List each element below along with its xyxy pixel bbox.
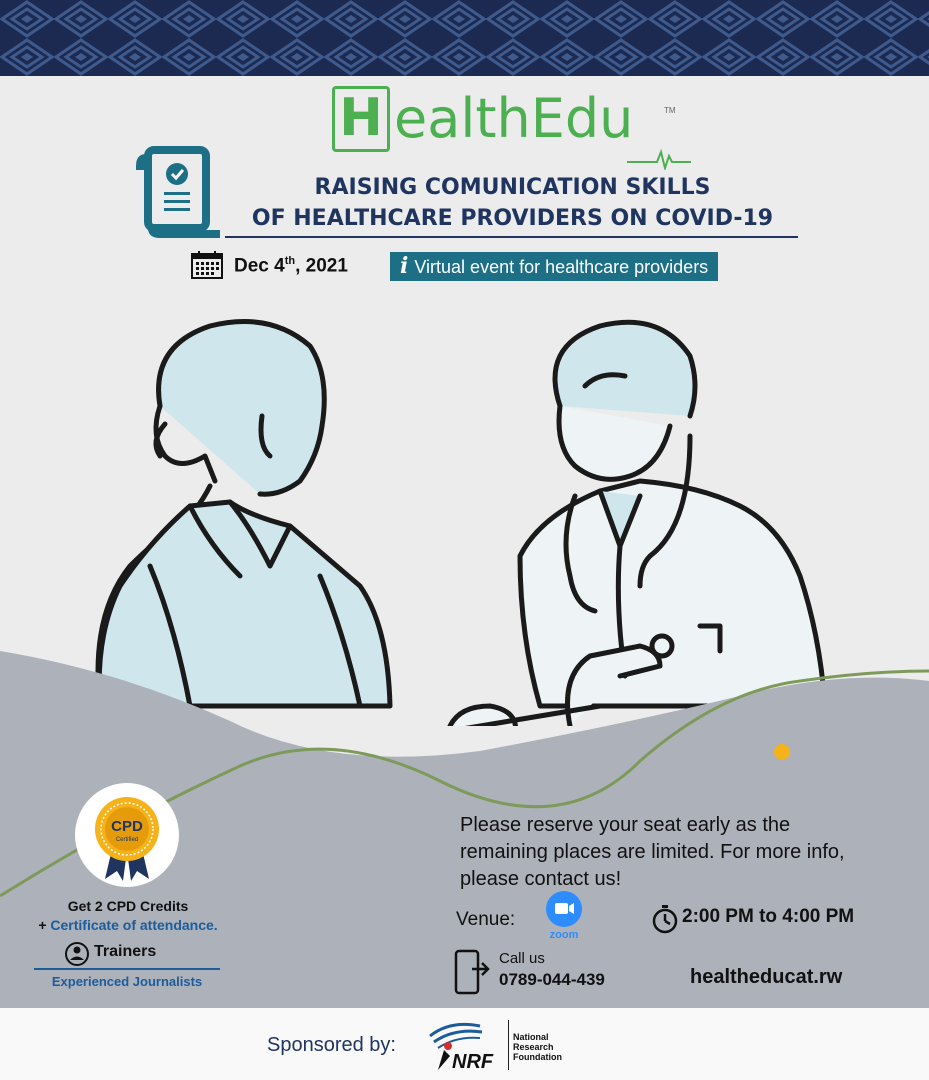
event-title-line2: OF HEALTHCARE PROVIDERS ON COVID-19 — [251, 206, 774, 231]
title-underline — [225, 236, 798, 238]
venue-label: Venue: — [456, 909, 516, 930]
certificate-label: Certificate of attendance. — [50, 917, 218, 933]
pulse-line-icon — [627, 148, 691, 170]
zoom-icon — [546, 891, 582, 927]
info-icon: i — [400, 253, 409, 279]
nrf-logo: NRF — [429, 1022, 494, 1073]
logo-letter: H — [332, 86, 390, 152]
nrf-name: National Research Foundation — [513, 1032, 562, 1062]
sponsor-bar: Sponsored by: NRF National Research Foun… — [0, 1008, 929, 1080]
trademark: TM — [664, 106, 676, 115]
cpd-certificate: + Certificate of attendance. — [0, 917, 256, 933]
date-year: , 2021 — [295, 255, 348, 277]
event-title: RAISING COMUNICATION SKILLS OF HEALTHCAR… — [225, 172, 800, 234]
event-title-line1: RAISING COMUNICATION SKILLS — [314, 175, 711, 200]
trainers-divider — [34, 968, 220, 970]
poster-body: H ealthEdu TM RAISING COMUNICATION SKILL… — [0, 76, 929, 1008]
nrf-name-line1: National — [513, 1032, 549, 1042]
date-day: Dec 4 — [234, 255, 285, 277]
phone-icon — [454, 949, 490, 995]
event-time: 2:00 PM to 4:00 PM — [682, 906, 855, 927]
cpd-badge-sub: Certified — [116, 837, 138, 843]
virtual-event-badge: i Virtual event for healthcare providers — [390, 252, 719, 281]
cpd-credits: Get 2 CPD Credits — [67, 898, 189, 914]
healthedu-logo: H ealthEdu TM — [332, 86, 692, 170]
reserve-notice: Please reserve your seat early as the re… — [460, 814, 845, 890]
cpd-plus: + — [38, 917, 51, 933]
trainer-icon — [65, 942, 89, 966]
virtual-event-label: Virtual event for healthcare providers — [414, 257, 709, 277]
phone-number[interactable]: 0789-044-439 — [499, 970, 605, 990]
header-pattern — [0, 0, 929, 76]
nrf-abbr: NRF — [452, 1051, 494, 1073]
nrf-name-line3: Foundation — [513, 1052, 562, 1062]
document-check-icon — [136, 146, 220, 238]
calendar-icon — [191, 251, 223, 279]
zoom-label: zoom — [549, 929, 579, 941]
call-label: Call us — [499, 950, 545, 967]
website-link[interactable]: healtheducat.rw — [690, 966, 842, 989]
cpd-badge: CPD Certified — [75, 783, 179, 887]
sponsor-label: Sponsored by: — [267, 1034, 396, 1056]
date-text: Dec 4th, 2021 — [234, 255, 348, 277]
nrf-divider — [508, 1020, 509, 1070]
stopwatch-icon — [652, 905, 678, 934]
trainers-label: Trainers — [94, 943, 157, 960]
date-suffix: th — [284, 255, 296, 267]
trainers-value: Experienced Journalists — [51, 974, 203, 989]
nrf-name-line2: Research — [513, 1042, 554, 1052]
logo-text: ealthEdu — [394, 87, 634, 150]
cpd-badge-title: CPD — [111, 818, 143, 835]
